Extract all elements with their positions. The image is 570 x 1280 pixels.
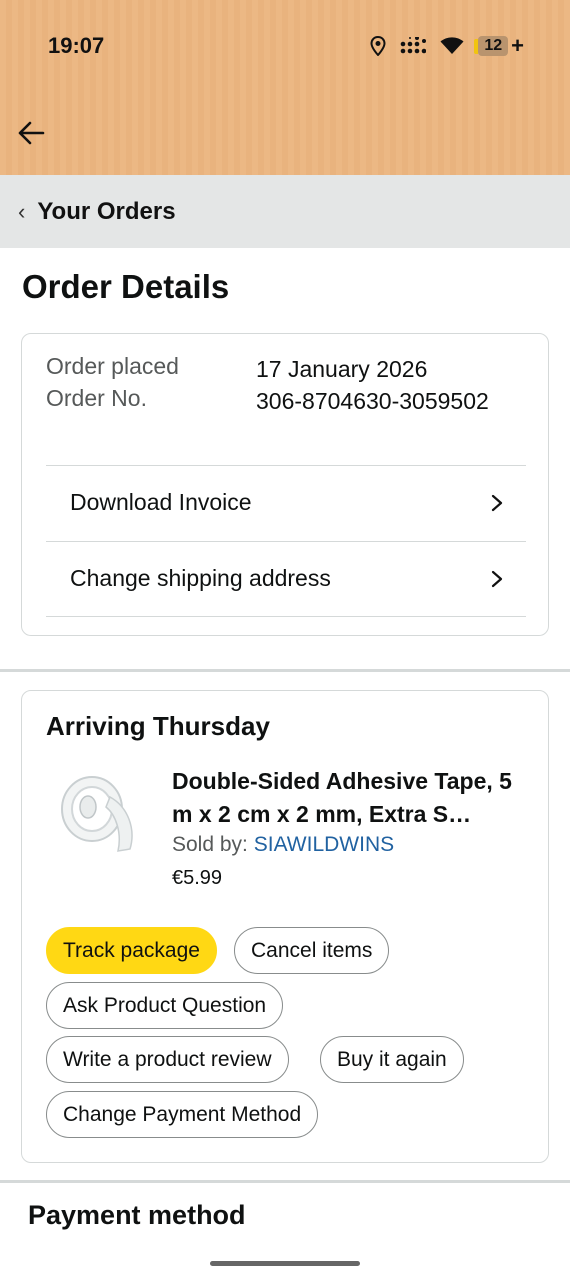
download-invoice-label: Download Invoice (70, 489, 252, 515)
section-divider (0, 1180, 570, 1183)
home-indicator[interactable] (210, 1261, 360, 1266)
product-title[interactable]: Double-Sided Adhesive Tape, 5 m x 2 cm x… (172, 765, 532, 831)
product-price: €5.99 (172, 867, 223, 889)
change-shipping-address-link[interactable]: Change shipping address (46, 541, 526, 616)
section-divider (0, 669, 570, 672)
change-payment-method-button[interactable]: Change Payment Method (46, 1091, 319, 1138)
battery-indicator: 12 + (474, 33, 524, 59)
charging-icon: + (511, 33, 524, 58)
signal-dots-icon (401, 37, 427, 54)
product-thumbnail[interactable] (48, 767, 148, 863)
write-review-button[interactable]: Write a product review (46, 1036, 289, 1083)
breadcrumb[interactable]: ‹ Your Orders (0, 175, 570, 248)
order-number-label: Order No. (46, 385, 147, 411)
wifi-icon (440, 37, 464, 54)
seller-link[interactable]: SIAWILDWINS (254, 833, 394, 856)
chevron-left-icon: ‹ (18, 198, 26, 224)
back-arrow-icon[interactable] (16, 118, 46, 148)
chevron-right-icon (491, 494, 503, 511)
page-title: Order Details (22, 268, 230, 305)
order-number-value: 306-8704630-3059502 (256, 388, 489, 414)
sold-by: Sold by: SIAWILDWINS (172, 833, 394, 857)
buy-again-button[interactable]: Buy it again (320, 1036, 464, 1083)
status-time: 19:07 (48, 33, 105, 58)
breadcrumb-your-orders[interactable]: Your Orders (37, 198, 175, 226)
order-info-card: Order placed 17 January 2026 Order No. 3… (21, 333, 549, 636)
order-placed-value: 17 January 2026 (256, 356, 428, 382)
sold-by-label: Sold by: (172, 833, 248, 856)
battery-level: 12 (474, 36, 509, 56)
change-shipping-address-label: Change shipping address (70, 565, 331, 591)
track-package-button[interactable]: Track package (46, 927, 217, 974)
order-placed-label: Order placed (46, 353, 179, 379)
ask-product-question-button[interactable]: Ask Product Question (46, 982, 284, 1029)
shipment-card: Arriving Thursday Double-Sided Adhesive … (21, 690, 549, 1163)
status-bar: 19:07 12 + (0, 0, 570, 175)
payment-method-heading: Payment method (28, 1200, 246, 1230)
arrival-heading: Arriving Thursday (46, 711, 270, 741)
location-icon (370, 36, 386, 56)
download-invoice-link[interactable]: Download Invoice (46, 465, 526, 540)
cancel-items-button[interactable]: Cancel items (234, 927, 390, 974)
chevron-right-icon (491, 570, 503, 587)
status-icons: 12 + (370, 33, 524, 59)
divider (46, 616, 526, 617)
